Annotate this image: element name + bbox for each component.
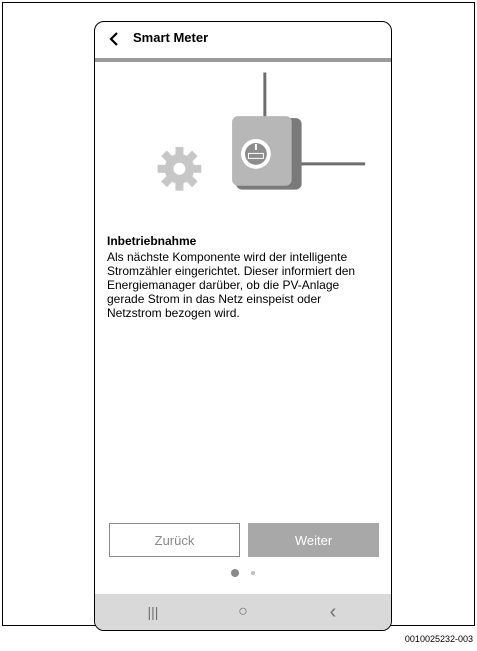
page-indicator [95, 569, 391, 577]
home-icon[interactable]: ○ [213, 594, 273, 630]
smart-meter-illustration [157, 72, 366, 191]
page-title: Smart Meter [133, 30, 209, 45]
page-dot-active [231, 569, 239, 577]
nav-back-icon[interactable]: ‹ [303, 594, 363, 630]
smart-meter-icon [232, 116, 302, 190]
next-button[interactable]: Weiter [248, 523, 379, 557]
recents-icon[interactable]: ||| [123, 594, 183, 630]
gear-icon [157, 146, 202, 191]
section-description: Als nächste Komponente wird der intellig… [107, 250, 356, 320]
phone-screen: Smart Meter Inbetriebnahme Als nächste K… [94, 21, 392, 631]
app-header: Smart Meter [95, 22, 391, 56]
page-dot [251, 571, 255, 575]
section-title: Inbetriebnahme [107, 234, 197, 248]
back-button[interactable]: Zurück [109, 523, 240, 557]
chevron-left-icon[interactable] [107, 31, 123, 47]
figure-id: 0010025232-003 [404, 634, 473, 644]
android-nav-bar: ||| ○ ‹ [95, 594, 391, 630]
